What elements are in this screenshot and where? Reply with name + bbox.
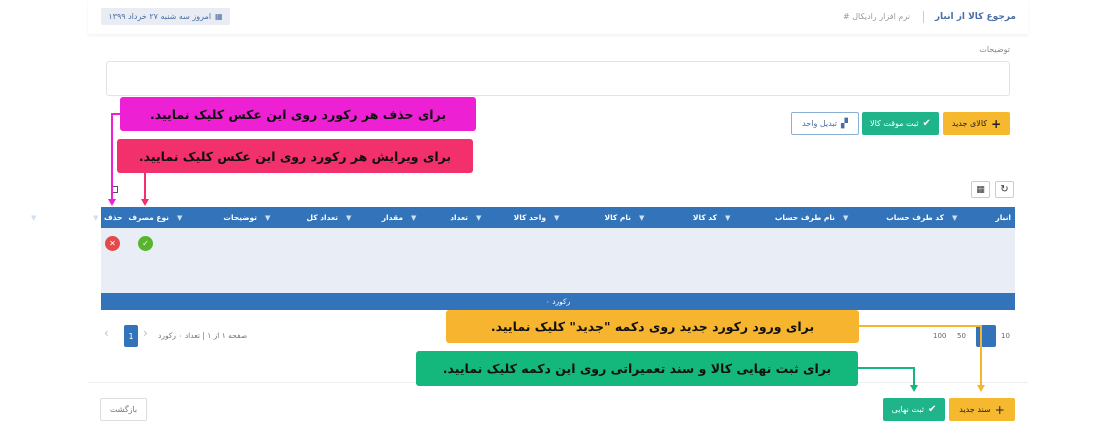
column-account-code[interactable]: کد طرف حساب ▼ (839, 207, 948, 228)
new-arrow-icon (977, 385, 985, 392)
delete-connector-vertical (111, 113, 113, 199)
date-badge: امروز سه شنبه ۲۷ خرداد ۱۳۹۹ ▦ (101, 8, 230, 25)
new-document-button[interactable]: سند جدید + (949, 398, 1015, 421)
delete-annotation: برای حذف هر رکورد روی این عکس کلیک نمایی… (120, 97, 476, 131)
plus-icon: + (991, 116, 1002, 131)
check-icon: ✔ (922, 118, 931, 129)
column-description[interactable]: توضیحات ▼ (173, 207, 261, 228)
refresh-icon: ↻ (1000, 184, 1009, 195)
final-save-annotation: برای ثبت نهایی کالا و سند تعمیراتی روی ا… (416, 351, 858, 386)
column-count[interactable]: تعداد ▼ (407, 207, 472, 228)
new-connector-vertical (980, 325, 982, 385)
filter-icon[interactable]: ▼ (476, 214, 481, 222)
column-warehouse[interactable]: انبار ▼ (948, 207, 1015, 228)
page-size-active[interactable] (976, 325, 996, 347)
column-usage-type[interactable]: نوع مصرف ▼ (89, 207, 173, 228)
column-total-count[interactable]: تعداد کل ▼ (261, 207, 342, 228)
final-connector-vertical (913, 367, 915, 385)
grid-body (101, 228, 1015, 293)
pager-info: صفحه ۱ از ۱ | تعداد ۰ رکورد (158, 331, 248, 340)
column-amount[interactable]: مقدار ▼ (342, 207, 407, 228)
final-save-button[interactable]: ثبت نهایی ✔ (883, 398, 945, 421)
pager-current-page[interactable]: 1 (124, 325, 138, 347)
filter-icon[interactable]: ▼ (265, 214, 270, 222)
filter-icon[interactable]: ▼ (346, 214, 351, 222)
description-label: توضیحات (979, 45, 1010, 54)
grid-header: انبار ▼ کد طرف حساب ▼ نام طرف حساب ▼ کد کال… (0, 207, 1015, 228)
column-account-name[interactable]: نام طرف حساب ▼ (721, 207, 839, 228)
boxes-icon: ▞ (840, 118, 848, 129)
new-record-annotation: برای ورود رکورد جدید روی دکمه "جدید" کلی… (446, 310, 859, 343)
pager-next-icon[interactable]: › (143, 326, 148, 340)
filter-icon[interactable]: ▼ (554, 214, 559, 222)
filter-icon[interactable]: ▼ (725, 214, 730, 222)
page-title: مرجوع کالا از انبار (934, 12, 1016, 22)
description-field[interactable] (106, 61, 1010, 96)
edit-annotation: برای ویرایش هر رکورد روی این عکس کلیک نم… (117, 139, 473, 173)
calendar-icon: ▦ (215, 12, 223, 21)
filter-icon[interactable]: ▼ (177, 214, 182, 222)
delete-row-icon[interactable]: ✕ (105, 236, 120, 251)
filter-icon[interactable]: ▼ (843, 214, 848, 222)
date-text: امروز سه شنبه ۲۷ خرداد ۱۳۹۹ (108, 12, 212, 21)
column-edit: ویرایش (0, 213, 23, 222)
final-arrow-icon (910, 385, 918, 392)
final-connector (858, 367, 915, 369)
column-chooser-button[interactable]: ▦ (971, 181, 990, 198)
filter-icon[interactable]: ▼ (952, 214, 957, 222)
new-connector (859, 325, 982, 327)
new-item-label: کالای جدید (951, 119, 988, 128)
breadcrumb[interactable]: # نرم افزار رادیکال (843, 12, 910, 21)
new-document-label: سند جدید (959, 405, 991, 414)
temp-save-label: ثبت موقت کالا (870, 119, 919, 128)
filter-icon[interactable]: ▼ (31, 214, 36, 222)
title-divider (923, 11, 924, 23)
refresh-button[interactable]: ↻ (995, 181, 1014, 198)
double-check-icon: ✔ (927, 404, 937, 415)
edit-row-icon[interactable]: ✓ (138, 236, 153, 251)
edit-arrow-icon (141, 199, 149, 206)
unit-change-button[interactable]: تبدیل واحد ▞ (791, 112, 859, 135)
page-size-100[interactable]: 100 (933, 332, 946, 340)
column-item-code[interactable]: کد کالا ▼ (635, 207, 721, 228)
new-item-button[interactable]: کالای جدید + (943, 112, 1010, 135)
unit-change-label: تبدیل واحد (802, 119, 837, 128)
temp-save-button[interactable]: ثبت موقت کالا ✔ (862, 112, 939, 135)
column-project[interactable]: پروژه ▼ (27, 207, 89, 228)
filter-icon[interactable]: ▼ (639, 214, 644, 222)
return-button[interactable]: بازگشت (100, 398, 147, 421)
plus-icon: + (994, 402, 1005, 417)
column-item-unit[interactable]: واحد کالا ▼ (472, 207, 550, 228)
final-save-label: ثبت نهایی (891, 405, 924, 414)
grid-footer: ۰ رکورد (101, 293, 1015, 310)
pager-prev-icon[interactable]: ‹ (104, 326, 109, 340)
column-item-name[interactable]: نام کالا ▼ (550, 207, 635, 228)
filter-icon[interactable]: ▼ (93, 214, 98, 222)
column-delete: حذف (104, 213, 123, 222)
page-size-10[interactable]: 10 (1001, 332, 1010, 340)
page-size-50[interactable]: 50 (957, 332, 966, 340)
columns-icon: ▦ (976, 184, 985, 195)
edit-connector (144, 173, 146, 199)
delete-arrow-icon (108, 199, 116, 206)
filter-icon[interactable]: ▼ (411, 214, 416, 222)
